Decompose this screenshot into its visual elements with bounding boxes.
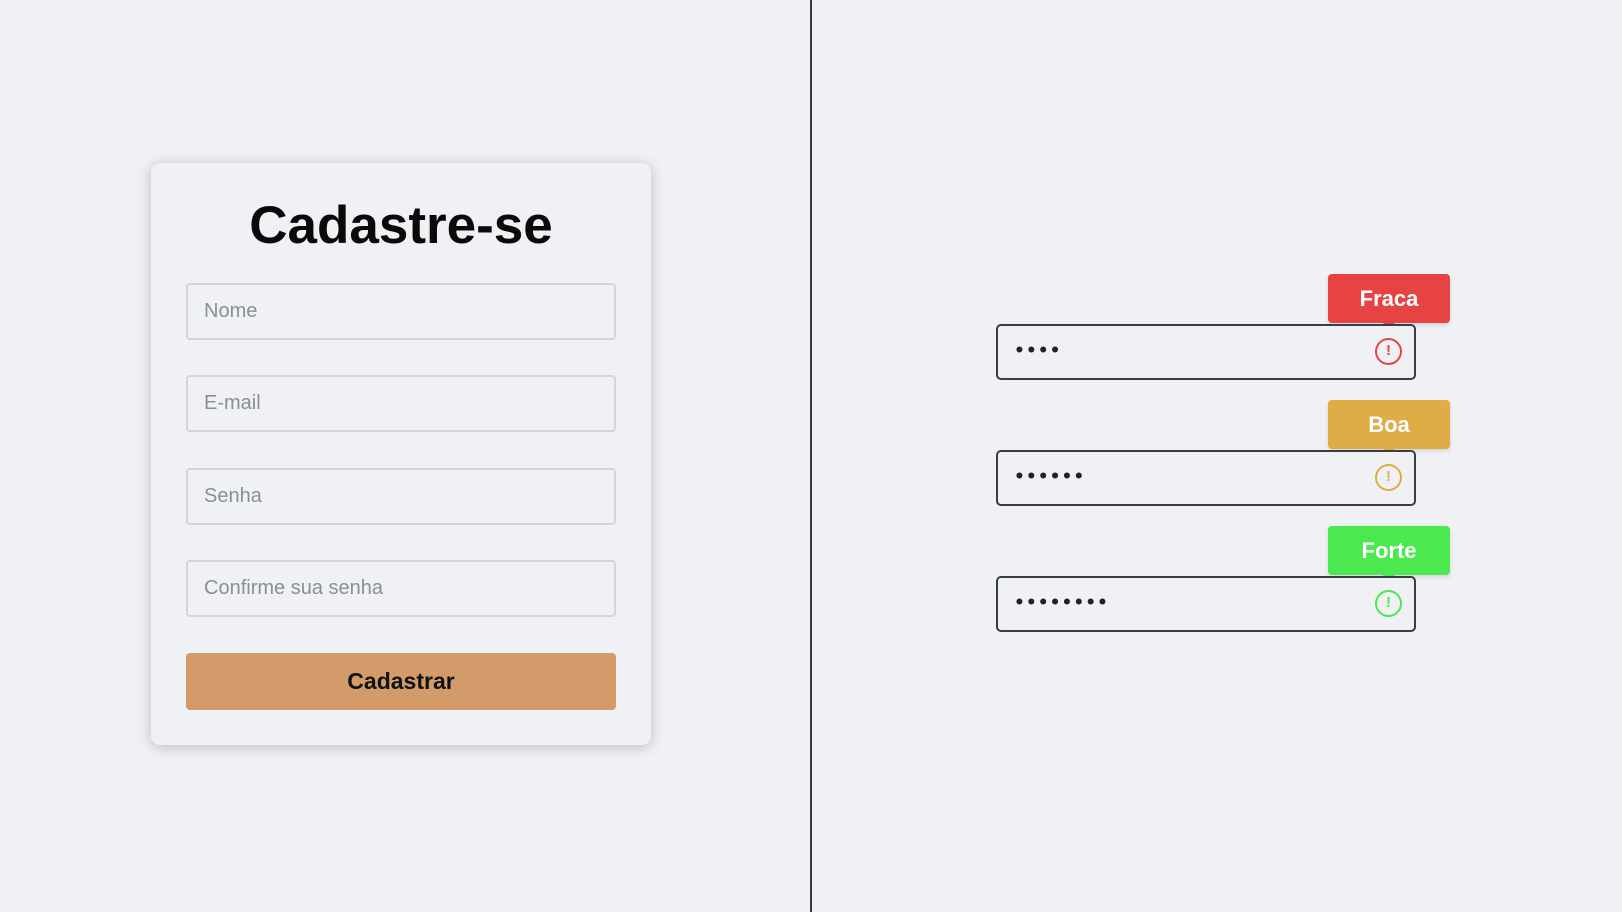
signup-title: Cadastre-se <box>249 196 553 255</box>
email-field[interactable] <box>186 375 616 432</box>
page-stage: Cadastre-se Cadastrar Fraca •••• ! Boa •… <box>0 0 1622 912</box>
password-field[interactable] <box>186 468 616 525</box>
strength-badge-good: Boa <box>1328 400 1450 456</box>
strength-badge-weak: Fraca <box>1328 274 1450 330</box>
password-input-weak[interactable]: •••• <box>996 324 1416 380</box>
strength-badge-strong: Forte <box>1328 526 1450 582</box>
alert-circle-icon: ! <box>1375 338 1402 365</box>
password-strength-good: Boa •••••• ! <box>996 400 1450 506</box>
password-strength-strong: Forte •••••••• ! <box>996 526 1450 632</box>
signup-card: Cadastre-se Cadastrar <box>151 163 651 745</box>
signup-submit-button[interactable]: Cadastrar <box>186 653 616 710</box>
password-input-good[interactable]: •••••• <box>996 450 1416 506</box>
password-input-strong[interactable]: •••••••• <box>996 576 1416 632</box>
vertical-divider <box>810 0 812 912</box>
alert-circle-icon: ! <box>1375 590 1402 617</box>
alert-circle-icon: ! <box>1375 464 1402 491</box>
name-field[interactable] <box>186 283 616 340</box>
password-strength-weak: Fraca •••• ! <box>996 274 1450 380</box>
confirm-password-field[interactable] <box>186 560 616 617</box>
